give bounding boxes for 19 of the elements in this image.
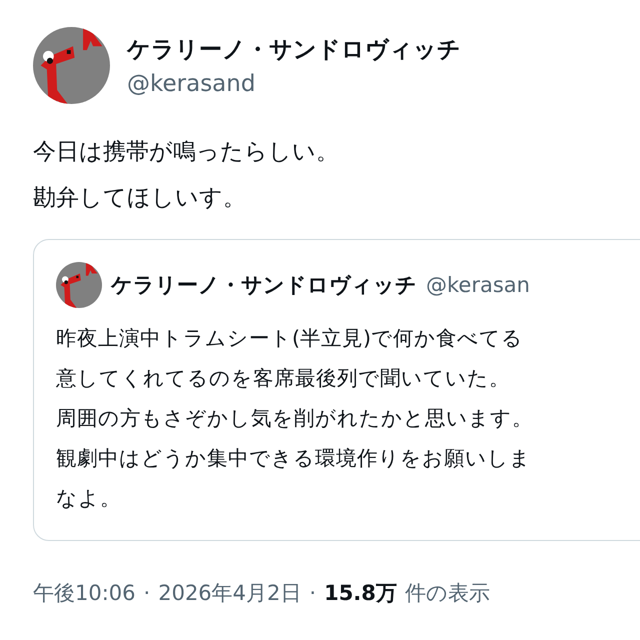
quoted-tweet-text: なよ。 [56, 485, 121, 512]
post-time[interactable]: 午後10:06 [33, 579, 136, 607]
author-name[interactable]: ケラリーノ・サンドロヴィッチ [127, 34, 461, 65]
views-count: 15.8万 [324, 580, 397, 607]
views-label: 件の表示 [404, 580, 490, 607]
tweet-text: 勘弁してほしいす。 [33, 184, 246, 213]
tweet-text: 今日は携帯が鳴ったらしい。 [33, 138, 339, 167]
author-handle[interactable]: @kerasand [127, 71, 461, 97]
quoted-tweet-card[interactable]: ケラリーノ・サンドロヴィッチ @kerasan 昨夜上演中トラムシート(半立見)で何か食べてる 意してくれてるのを客席最後列で聞いていた。 周囲の方もさぞかし気を削がれたかと思います。 観劇中はどうか集中できる環境作りをお願いしま なよ。 [33, 239, 640, 541]
quoted-tweet-text: 周囲の方もさぞかし気を削がれたかと思います。 [56, 405, 533, 432]
separator: · [309, 581, 316, 605]
quoted-tweet-text: 昨夜上演中トラムシート(半立見)で何か食べてる [56, 325, 523, 352]
separator: · [144, 581, 150, 605]
avatar[interactable] [56, 262, 102, 308]
post-date[interactable]: 2026年4月2日 [158, 579, 302, 607]
quoted-author-handle: @kerasan [426, 273, 530, 297]
quoted-author-name: ケラリーノ・サンドロヴィッチ [111, 272, 417, 299]
quoted-tweet-text: 観劇中はどうか集中できる環境作りをお願いしま [56, 445, 531, 472]
quoted-tweet-text: 意してくれてるのを客席最後列で聞いていた。 [56, 365, 510, 392]
